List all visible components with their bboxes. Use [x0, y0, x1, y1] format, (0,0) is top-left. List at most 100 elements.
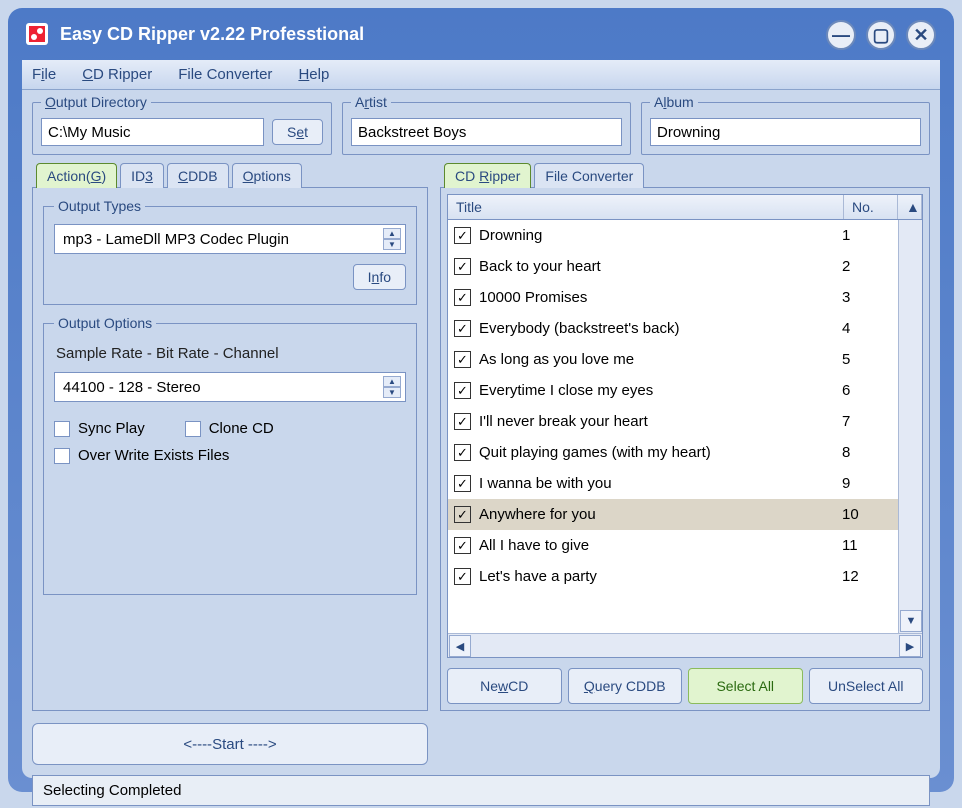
track-title: Quit playing games (with my heart)	[479, 444, 842, 461]
track-checkbox[interactable]: ✓	[454, 320, 471, 337]
minimize-button[interactable]: —	[826, 20, 856, 50]
output-directory-input[interactable]: C:\My Music	[41, 118, 264, 146]
track-checkbox[interactable]: ✓	[454, 382, 471, 399]
tab-file-converter[interactable]: File Converter	[534, 163, 644, 188]
track-row[interactable]: ✓ Drowning1	[448, 220, 898, 251]
menu-file-converter[interactable]: File Converter	[178, 66, 272, 83]
track-row[interactable]: ✓As long as you love me5	[448, 344, 898, 375]
minimize-icon: —	[832, 25, 850, 46]
track-no: 1	[842, 227, 892, 244]
track-no: 4	[842, 320, 892, 337]
scroll-up-button[interactable]: ▲	[898, 195, 922, 219]
menu-cd-ripper[interactable]: CD Ripper	[82, 66, 152, 83]
track-checkbox[interactable]: ✓	[454, 506, 471, 523]
vertical-scrollbar[interactable]: ▼	[898, 220, 922, 633]
scroll-right-button[interactable]: ▶	[899, 635, 921, 657]
track-checkbox[interactable]: ✓	[454, 475, 471, 492]
track-checkbox[interactable]: ✓	[454, 289, 471, 306]
tab-options[interactable]: Options	[232, 163, 302, 188]
track-title: I wanna be with you	[479, 475, 842, 492]
combo-down-icon[interactable]: ▼	[383, 387, 401, 398]
track-row[interactable]: ✓ Everytime I close my eyes6	[448, 375, 898, 406]
menu-file[interactable]: File	[32, 66, 56, 83]
output-types-group: Output Types mp3 - LameDll MP3 Codec Plu…	[43, 198, 417, 305]
rate-combo[interactable]: 44100 - 128 - Stereo ▲ ▼	[54, 372, 406, 402]
close-button[interactable]: ✕	[906, 20, 936, 50]
checkbox-icon	[54, 421, 70, 437]
track-checkbox[interactable]: ✓	[454, 413, 471, 430]
unselect-all-button[interactable]: UnSelect All	[809, 668, 924, 704]
track-row[interactable]: ✓ 10000 Promises3	[448, 282, 898, 313]
close-icon: ✕	[913, 25, 928, 46]
track-checkbox[interactable]: ✓	[454, 444, 471, 461]
track-row[interactable]: ✓Anywhere for you10	[448, 499, 898, 530]
track-no: 8	[842, 444, 892, 461]
album-input[interactable]: Drowning	[650, 118, 921, 146]
maximize-button[interactable]: ▢	[866, 20, 896, 50]
rate-label: Sample Rate - Bit Rate - Channel	[56, 345, 406, 362]
window-title: Easy CD Ripper v2.22 Professtional	[60, 24, 364, 45]
track-checkbox[interactable]: ✓	[454, 227, 471, 244]
track-title: Drowning	[479, 227, 842, 244]
track-row[interactable]: ✓ I wanna be with you9	[448, 468, 898, 499]
tab-cd-ripper[interactable]: CD Ripper	[444, 163, 531, 188]
tab-action[interactable]: Action(G)	[36, 163, 117, 188]
track-row[interactable]: ✓Everybody (backstreet's back)4	[448, 313, 898, 344]
track-checkbox[interactable]: ✓	[454, 537, 471, 554]
track-no: 12	[842, 568, 892, 585]
sync-play-checkbox[interactable]: Sync Play	[54, 420, 145, 437]
header-title[interactable]: Title	[448, 195, 844, 219]
track-row[interactable]: ✓I'll never break your heart7	[448, 406, 898, 437]
menu-help[interactable]: Help	[298, 66, 329, 83]
track-title: I'll never break your heart	[479, 413, 842, 430]
track-row[interactable]: ✓ Let's have a party12	[448, 561, 898, 592]
tab-id3[interactable]: ID3	[120, 163, 164, 188]
track-no: 10	[842, 506, 892, 523]
scroll-down-button[interactable]: ▼	[900, 610, 922, 632]
track-checkbox[interactable]: ✓	[454, 351, 471, 368]
artist-input[interactable]: Backstreet Boys	[351, 118, 622, 146]
right-panel: Title No. ▲ ✓ Drowning1 ✓ Back to your hear…	[440, 187, 930, 711]
track-no: 11	[842, 537, 892, 554]
output-type-combo[interactable]: mp3 - LameDll MP3 Codec Plugin ▲ ▼	[54, 224, 406, 254]
query-cddb-button[interactable]: Query CDDB	[568, 668, 683, 704]
header-no[interactable]: No.	[844, 195, 898, 219]
track-no: 9	[842, 475, 892, 492]
track-row[interactable]: ✓ Quit playing games (with my heart)8	[448, 437, 898, 468]
track-title: Back to your heart	[479, 258, 842, 275]
info-button[interactable]: Info	[353, 264, 406, 290]
app-window: Easy CD Ripper v2.22 Professtional — ▢ ✕…	[8, 8, 954, 792]
new-cd-button[interactable]: New CD	[447, 668, 562, 704]
track-no: 6	[842, 382, 892, 399]
track-title: Let's have a party	[479, 568, 842, 585]
artist-group: Artist Backstreet Boys	[342, 94, 631, 155]
tab-cddb[interactable]: CDDB	[167, 163, 229, 188]
track-title: Everytime I close my eyes	[479, 382, 842, 399]
track-row[interactable]: ✓All I have to give11	[448, 530, 898, 561]
app-icon	[26, 23, 48, 45]
scroll-left-button[interactable]: ◀	[449, 635, 471, 657]
maximize-icon: ▢	[872, 25, 889, 46]
track-row[interactable]: ✓ Back to your heart2	[448, 251, 898, 282]
clone-cd-checkbox[interactable]: Clone CD	[185, 420, 274, 437]
track-title: 10000 Promises	[479, 289, 842, 306]
combo-up-icon[interactable]: ▲	[383, 376, 401, 387]
combo-down-icon[interactable]: ▼	[383, 239, 401, 250]
client-area: File CD Ripper File Converter Help Outpu…	[22, 60, 940, 778]
horizontal-scrollbar[interactable]: ◀ ▶	[448, 633, 922, 657]
track-checkbox[interactable]: ✓	[454, 568, 471, 585]
set-button[interactable]: Set	[272, 119, 323, 145]
combo-up-icon[interactable]: ▲	[383, 228, 401, 239]
track-checkbox[interactable]: ✓	[454, 258, 471, 275]
start-button[interactable]: <---- Start ---->	[32, 723, 428, 765]
menubar: File CD Ripper File Converter Help	[22, 60, 940, 90]
overwrite-checkbox[interactable]: Over Write Exists Files	[54, 447, 406, 464]
track-no: 3	[842, 289, 892, 306]
track-list: ✓ Drowning1 ✓ Back to your heart2 ✓ 10000 Pro…	[447, 220, 923, 658]
track-no: 2	[842, 258, 892, 275]
select-all-button[interactable]: Select All	[688, 668, 803, 704]
album-group: Album Drowning	[641, 94, 930, 155]
output-options-group: Output Options Sample Rate - Bit Rate - …	[43, 315, 417, 595]
output-directory-group: Output Directory C:\My Music Set	[32, 94, 332, 155]
right-tabstrip: CD Ripper File Converter	[440, 163, 930, 188]
